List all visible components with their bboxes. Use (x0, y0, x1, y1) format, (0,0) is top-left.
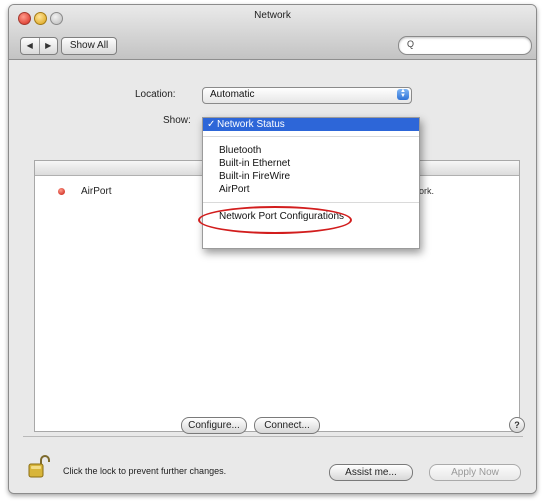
menu-item-built-in-ethernet[interactable]: Built-in Ethernet (203, 157, 419, 170)
location-value: Automatic (210, 89, 255, 100)
search-input[interactable] (419, 38, 527, 53)
back-arrow-icon[interactable]: ◀ (21, 38, 39, 54)
window-title: Network (254, 10, 291, 21)
show-label: Show: (163, 115, 191, 126)
help-button[interactable]: ? (509, 417, 525, 433)
lock-message: Click the lock to prevent further change… (63, 466, 227, 476)
show-all-button[interactable]: Show All (61, 37, 117, 55)
menu-item-network-port-configurations[interactable]: Network Port Configurations (203, 210, 419, 223)
magnifier-icon: Q (407, 39, 415, 49)
menu-item-network-status[interactable]: ✓ Network Status (203, 118, 419, 131)
network-preferences-window: Network ◀ ▶ Show All Q Location: Automat… (8, 4, 537, 494)
connect-button[interactable]: Connect... (254, 417, 320, 434)
assist-me-button[interactable]: Assist me... (329, 464, 413, 481)
checkmark-icon: ✓ (207, 119, 216, 130)
forward-arrow-icon[interactable]: ▶ (38, 38, 58, 54)
title-bar: Network ◀ ▶ Show All Q (9, 5, 536, 60)
footer-divider (23, 436, 523, 437)
preferences-content: Location: Automatic ▲▼ Show: AirPort etw… (9, 60, 536, 493)
show-popup-menu: ✓ Network Status Bluetooth Built-in Ethe… (202, 117, 420, 249)
back-forward-control: ◀ ▶ (20, 37, 58, 55)
menu-item-bluetooth[interactable]: Bluetooth (203, 144, 419, 157)
configure-button[interactable]: Configure... (181, 417, 247, 434)
status-indicator-icon (58, 188, 65, 195)
menu-item-built-in-firewire[interactable]: Built-in FireWire (203, 170, 419, 183)
menu-item-label: Network Status (217, 119, 285, 130)
popup-stepper-icon: ▲ ▼ (397, 88, 409, 100)
location-label: Location: (135, 89, 176, 100)
apply-now-button[interactable]: Apply Now (429, 464, 521, 481)
menu-item-label: Bluetooth (219, 145, 262, 156)
menu-item-label: AirPort (219, 184, 250, 195)
menu-separator (203, 136, 419, 137)
menu-separator (203, 202, 419, 203)
menu-item-label: Built-in FireWire (219, 171, 291, 182)
lock-icon[interactable] (28, 453, 50, 479)
menu-item-airport[interactable]: AirPort (203, 183, 419, 196)
menu-item-label: Network Port Configurations (219, 211, 345, 222)
menu-item-label: Built-in Ethernet (219, 158, 291, 169)
search-field[interactable]: Q (398, 36, 532, 55)
service-name[interactable]: AirPort (81, 186, 112, 197)
location-popup[interactable]: Automatic ▲ ▼ (202, 87, 412, 104)
